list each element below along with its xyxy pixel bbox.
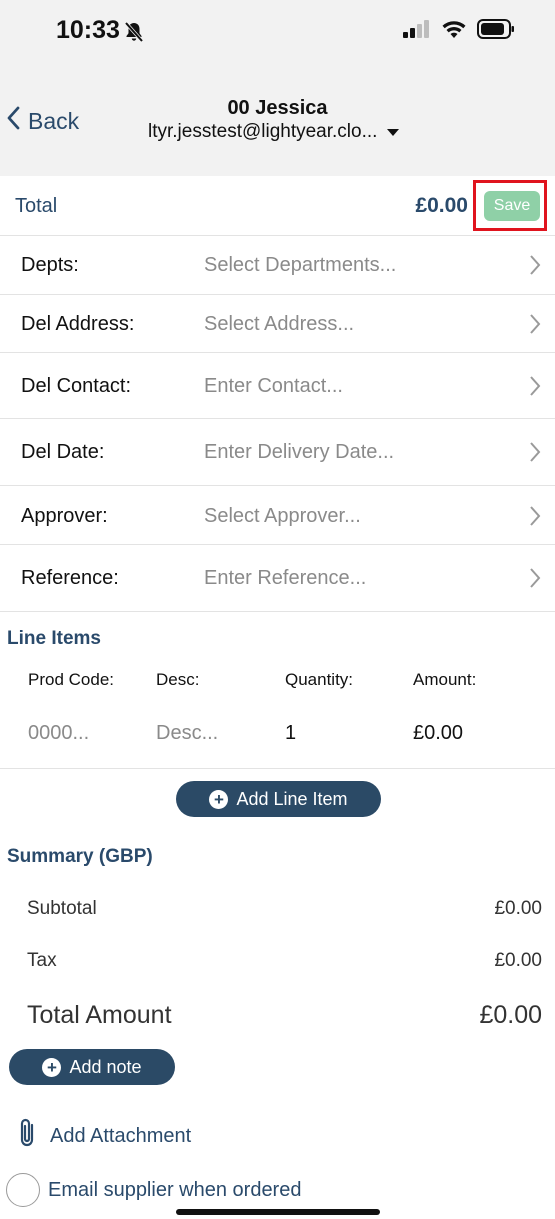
signal-icon — [403, 20, 431, 43]
column-header-amount: Amount: — [413, 670, 477, 689]
status-time: 10:33 — [56, 16, 120, 44]
paperclip-icon — [16, 1117, 50, 1155]
page-title: 00 Jessica — [227, 97, 328, 119]
chevron-right-icon — [529, 375, 541, 402]
field-label: Del Date: — [21, 441, 105, 463]
add-attachment-button[interactable]: Add Attachment — [16, 1117, 191, 1155]
total-amount-value: £0.00 — [479, 1001, 542, 1029]
column-header-quantity: Quantity: — [285, 670, 354, 689]
field-placeholder: Enter Delivery Date... — [204, 441, 395, 463]
field-label: Depts: — [21, 254, 79, 276]
field-label: Del Address: — [21, 313, 135, 335]
field-placeholder: Enter Contact... — [204, 375, 343, 397]
field-reference[interactable]: Reference: Enter Reference... — [0, 545, 555, 612]
bell-muted-icon — [123, 21, 145, 48]
chevron-right-icon — [529, 313, 541, 340]
plus-icon: + — [209, 789, 229, 809]
subtotal-label: Subtotal — [27, 898, 97, 919]
field-placeholder: Select Departments... — [204, 254, 397, 276]
subtotal-value: £0.00 — [494, 898, 542, 919]
tax-label: Tax — [27, 950, 57, 971]
save-highlight-box: Save — [473, 180, 547, 231]
prod-code-input[interactable]: 0000... — [28, 722, 89, 745]
chevron-right-icon — [529, 567, 541, 594]
account-email: ltyr.jesstest@lightyear.clo... — [148, 121, 378, 142]
add-line-item-button[interactable]: + Add Line Item — [176, 781, 381, 817]
summary-title: Summary (GBP) — [7, 846, 153, 867]
tax-value: £0.00 — [494, 950, 542, 971]
chevron-right-icon — [529, 441, 541, 468]
field-label: Reference: — [21, 567, 119, 589]
wifi-icon — [441, 19, 467, 44]
caret-down-icon — [387, 128, 400, 136]
plus-icon: + — [42, 1057, 62, 1077]
add-note-button[interactable]: + Add note — [9, 1049, 175, 1085]
field-label: Approver: — [21, 505, 108, 527]
home-indicator — [176, 1209, 380, 1215]
field-placeholder: Select Approver... — [204, 505, 361, 527]
amount-value: £0.00 — [413, 722, 464, 744]
field-label: Del Contact: — [21, 375, 132, 397]
total-value: £0.00 — [415, 194, 468, 217]
column-header-prod-code: Prod Code: — [28, 670, 114, 689]
save-button[interactable]: Save — [484, 191, 540, 221]
email-supplier-radio[interactable] — [6, 1173, 40, 1207]
field-placeholder: Enter Reference... — [204, 567, 367, 589]
field-depts[interactable]: Depts: Select Departments... — [0, 236, 555, 295]
field-del-contact[interactable]: Del Contact: Enter Contact... — [0, 353, 555, 419]
chevron-right-icon — [529, 254, 541, 281]
field-del-date[interactable]: Del Date: Enter Delivery Date... — [0, 419, 555, 486]
battery-icon — [477, 19, 515, 44]
add-note-label: Add note — [69, 1056, 142, 1077]
desc-input[interactable]: Desc... — [156, 722, 218, 745]
column-header-desc: Desc: — [156, 670, 200, 689]
line-items-title: Line Items — [7, 628, 101, 649]
divider — [0, 768, 555, 769]
total-label: Total — [15, 195, 58, 217]
field-del-address[interactable]: Del Address: Select Address... — [0, 295, 555, 353]
total-amount-label: Total Amount — [27, 1001, 172, 1029]
add-line-item-label: Add Line Item — [236, 788, 348, 809]
email-supplier-option[interactable]: Email supplier when ordered — [6, 1173, 301, 1207]
email-supplier-label: Email supplier when ordered — [48, 1178, 302, 1201]
chevron-right-icon — [529, 505, 541, 532]
field-approver[interactable]: Approver: Select Approver... — [0, 486, 555, 545]
field-placeholder: Select Address... — [204, 313, 355, 335]
total-row: Total £0.00 — [0, 176, 555, 236]
add-attachment-label: Add Attachment — [50, 1124, 192, 1147]
account-selector[interactable]: ltyr.jesstest@lightyear.clo... — [148, 121, 400, 143]
quantity-input[interactable]: 1 — [285, 722, 296, 745]
